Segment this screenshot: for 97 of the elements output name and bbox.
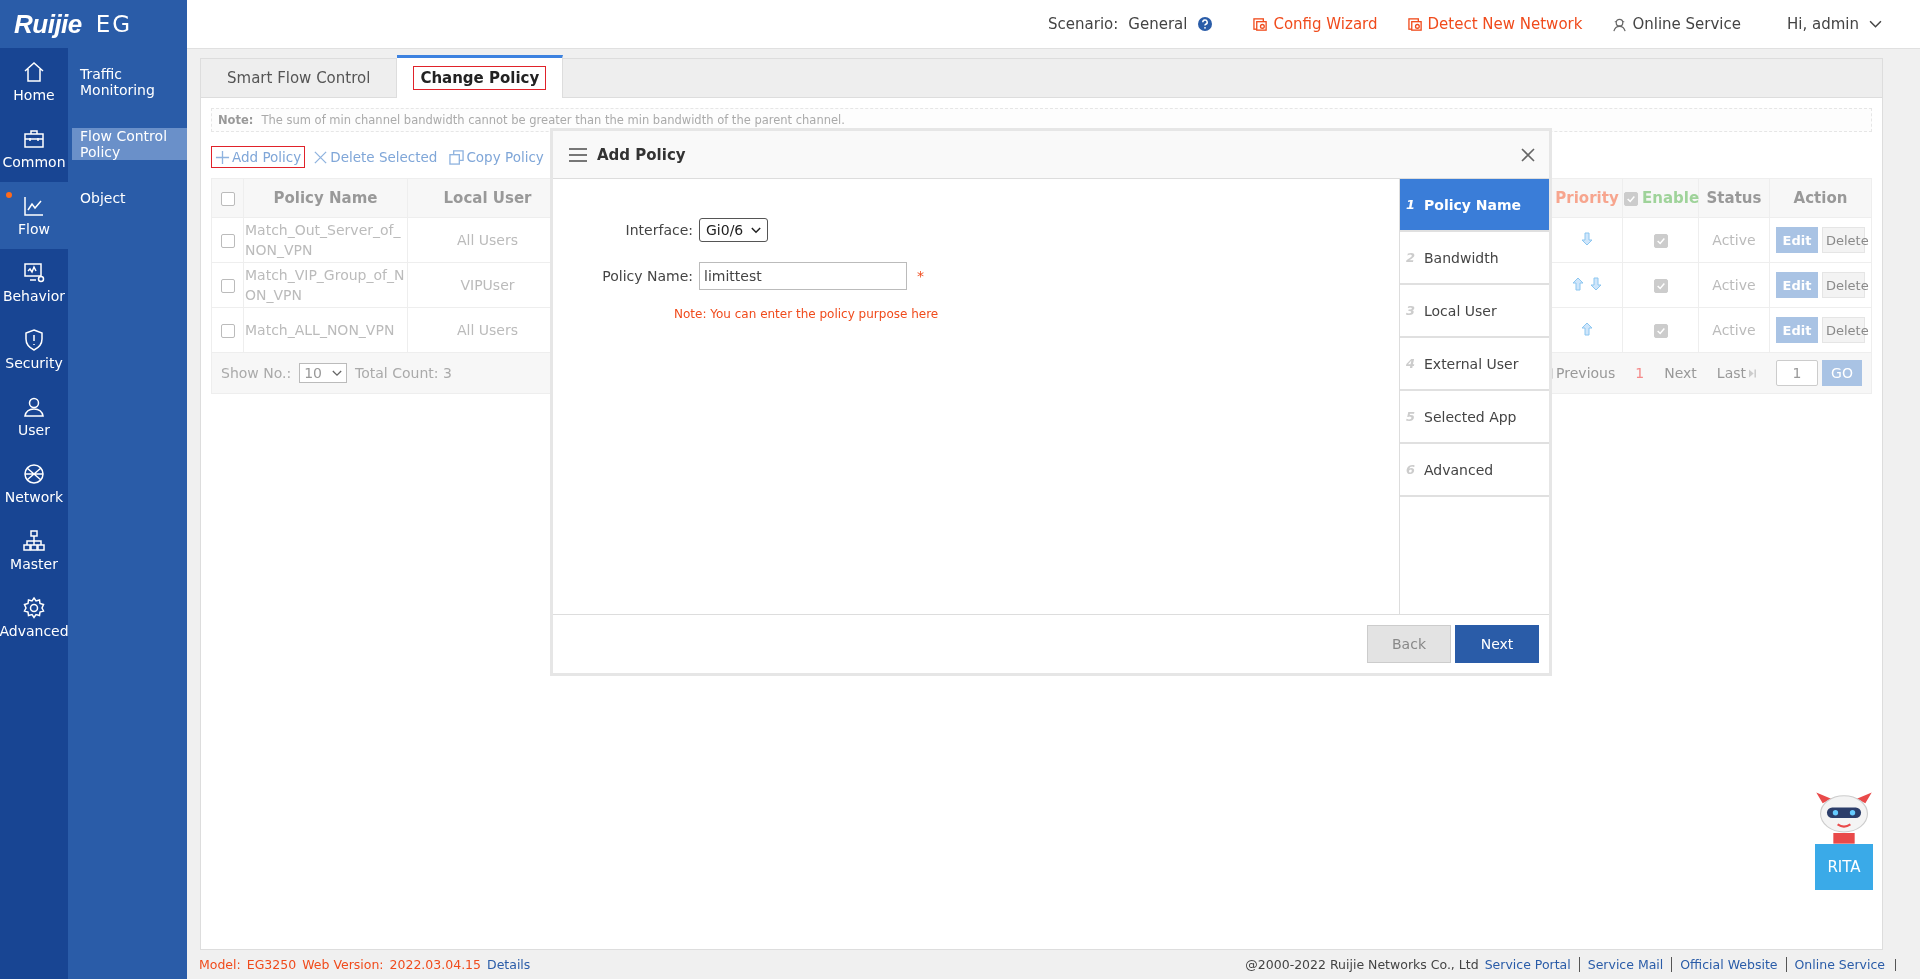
column-header: Action [1769,178,1872,218]
note-text: The sum of min channel bandwidth cannot be greater than the min bandwidth of the parent channel. [261,113,845,127]
window-gear-icon [1407,16,1423,32]
checkmark-icon [1655,326,1666,336]
column-header: Status [1698,178,1770,218]
policy-name-field[interactable]: limittest [699,262,907,290]
toolbox-icon [22,127,46,151]
plus-icon [215,149,230,165]
footer-link[interactable]: Official Website [1671,957,1778,972]
product-name: EG [95,11,133,37]
shield-icon [22,328,46,352]
user-icon [22,395,46,419]
note-label: Note: [218,113,254,127]
checkmark-icon [1655,236,1666,246]
checkmark-icon [1655,281,1666,291]
tab[interactable]: Change Policy [397,55,564,98]
row-checkbox[interactable] [220,324,235,338]
checkmark-icon [1626,193,1636,204]
table-cell: All Users [457,232,518,248]
chevron-down-icon [332,369,342,377]
dialog-title: Add Policy [597,145,686,164]
brand-logo: Ruijie [14,8,82,40]
required-mark: * [917,268,924,284]
nav-item[interactable]: Security [0,316,68,383]
policy-name: Match_Out_Server_of_NON_VPN [245,222,401,258]
header-link[interactable]: Online Service [1612,15,1741,33]
footer-link[interactable]: Online Service [1785,957,1885,972]
page-size-label: Show No.: [221,365,292,381]
copy-icon [449,149,465,165]
nav-item[interactable]: Network [0,450,68,517]
nav-item[interactable]: Master [0,517,68,584]
enable-checkbox[interactable] [1653,279,1668,293]
support-agent-icon [1612,16,1628,32]
nav-item[interactable]: Flow [0,182,68,249]
footer-link[interactable]: Service Mail [1578,957,1664,972]
table-cell: All Users [457,322,518,338]
chevron-down-icon [1869,19,1882,29]
nav-item[interactable]: Advanced [0,584,68,651]
next-button[interactable]: Next [1455,625,1539,663]
scenario-label: Scenario: [1048,15,1119,33]
column-header: Enable [1642,189,1700,207]
skip-end-icon [1749,367,1756,379]
nav-item[interactable]: Behavior [0,249,68,316]
chevron-down-icon [751,226,762,234]
assistant-label: RITA [1815,844,1873,890]
nav-item[interactable]: Common [0,115,68,182]
move-down-icon[interactable] [1590,276,1602,291]
version-value: 2022.03.04.15 [389,957,481,972]
line-chart-icon [22,194,46,218]
row-checkbox[interactable] [220,279,235,293]
interface-select[interactable]: Gi0/6 [699,218,769,242]
policy-name: Match_ALL_NON_VPN [245,322,395,338]
enable-all-checkbox[interactable] [1624,191,1638,206]
header-link[interactable]: Detect New Network [1407,15,1583,33]
home-icon [22,60,46,84]
hierarchy-icon [22,529,46,553]
header-link[interactable]: Config Wizard [1253,15,1378,33]
window-gear-icon [1253,16,1269,32]
version-label: Web Version: [302,957,384,972]
user-menu[interactable]: Hi, admin [1787,15,1882,33]
total-count: Total Count: 3 [355,365,452,381]
field-label: Interface: [624,222,694,238]
enable-checkbox[interactable] [1653,234,1668,248]
settings-icon [22,596,46,620]
policy-name: Match_VIP_Group_of_NON_VPN [245,267,405,303]
enable-checkbox[interactable] [1653,324,1668,338]
close-icon[interactable] [1521,147,1535,162]
select-all-checkbox[interactable] [220,191,235,206]
status-text: Active [1712,232,1756,248]
status-text: Active [1712,322,1756,338]
submenu-item[interactable]: Object [72,190,187,206]
scenario-value: General [1128,15,1188,33]
move-down-icon[interactable] [1581,231,1593,246]
model-value: EG3250 [246,957,297,972]
hint-text: Note: You can enter the policy purpose here [673,306,940,321]
column-header: Priority [1551,178,1623,218]
table-cell: VIPUser [460,277,515,293]
status-text: Active [1712,277,1756,293]
copyright-text: @2000-2022 Ruijie Networks Co., Ltd [1245,957,1479,972]
footer-link[interactable]: Service Portal [1484,957,1571,972]
menu-icon [569,147,587,162]
nav-item[interactable]: User [0,383,68,450]
submenu-item[interactable]: Flow Control Policy [72,128,187,160]
move-up-icon[interactable] [1572,276,1584,291]
row-checkbox[interactable] [220,234,235,248]
model-label: Model: [199,957,241,972]
nav-item[interactable]: Home [0,48,68,115]
details-link[interactable]: Details [487,957,531,972]
submenu-item[interactable]: Traffic Monitoring [72,66,187,98]
help-icon[interactable] [1197,16,1214,32]
field-label: Policy Name: [601,268,694,284]
step-item[interactable]: 1 Policy Name [1400,179,1549,232]
column-header: Policy Name [243,178,408,218]
close-icon [313,149,329,165]
move-up-icon[interactable] [1581,321,1593,336]
globe-icon [22,462,46,486]
monitor-icon [22,261,46,285]
